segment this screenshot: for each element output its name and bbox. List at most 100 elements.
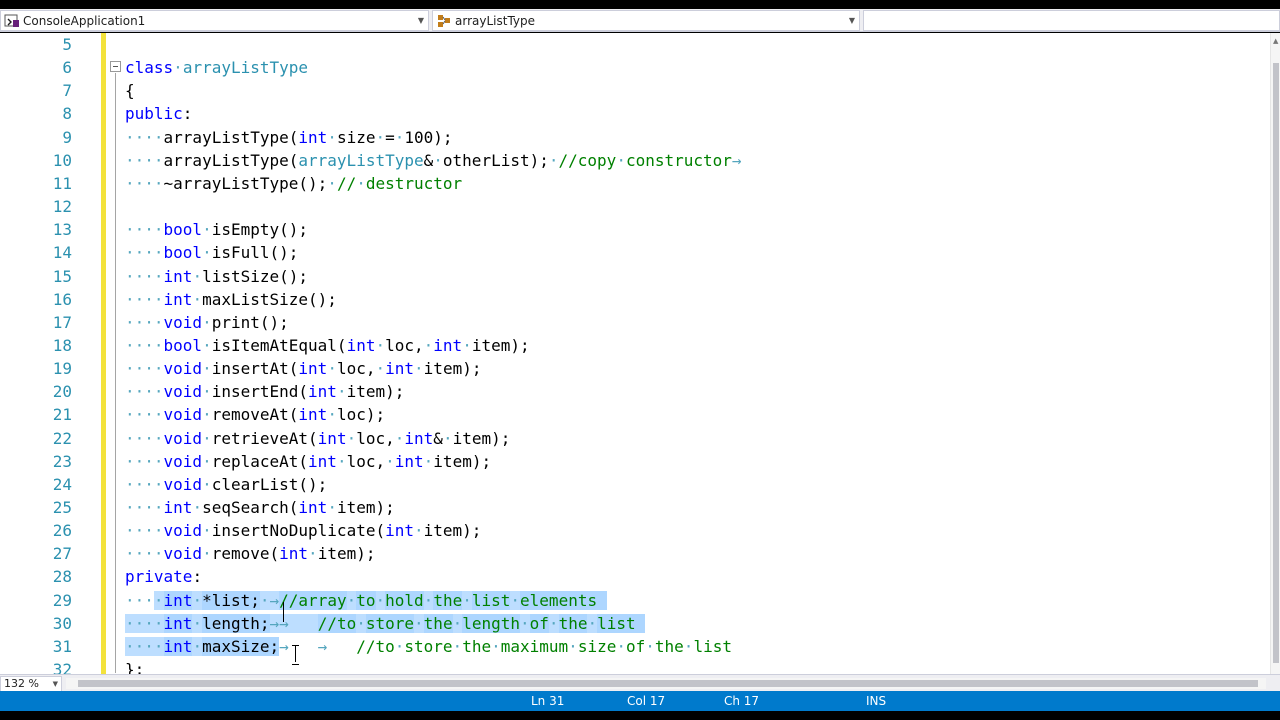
code-line[interactable]: 8 public: [0,102,1270,125]
code-token: ···· [125,150,164,170]
code-token: of [529,613,549,633]
code-token: void [163,359,203,379]
code-token: maxSize; [202,636,280,656]
code-token: int [308,451,337,471]
code-token [635,613,646,633]
code-line[interactable]: 14 ····bool·isFull(); [0,241,1270,264]
code-line[interactable]: 17 ····void·print(); [0,311,1270,334]
code-line[interactable]: 32}; [0,658,1270,674]
code-text: ····bool·isItemAtEqual(int·loc,·int·item… [125,334,530,357]
code-token: bool [163,335,203,355]
code-line[interactable]: 20 ····void·insertEnd(int·item); [0,380,1270,403]
code-token: · [192,636,203,656]
code-token: int [163,613,193,633]
code-text: ····bool·isFull(); [125,241,298,264]
line-number: 23 [52,451,72,471]
code-token: ···· [125,428,164,448]
code-token: · [491,636,501,656]
code-token: & [433,428,443,448]
code-token: · [375,127,386,147]
code-token: · [202,220,212,240]
code-line[interactable]: 18 ····bool·isItemAtEqual(int·loc,·int·it… [0,334,1270,357]
code-token: item); [423,521,482,541]
code-line[interactable]: 13 ····bool·isEmpty(); [0,218,1270,241]
code-token: · [683,636,694,656]
code-token: = [385,127,395,147]
code-line[interactable]: 12 [0,195,1270,218]
code-line[interactable]: 27 ····void·remove(int·item); [0,542,1270,565]
vertical-scrollbar[interactable]: ▲ [1270,33,1280,674]
code-token: int [394,451,424,471]
code-text: ····arrayListType(arrayListType&·otherLi… [125,149,742,172]
text-caret [283,602,284,622]
code-line[interactable]: 23 ····void·replaceAt(int·loc,·int·item); [0,450,1270,473]
code-line[interactable]: 26 ····void·insertNoDuplicate(int·item); [0,519,1270,542]
code-token: public [125,104,183,124]
code-token: · [452,613,463,633]
project-icon [4,14,19,27]
code-token: arrayListType( [163,127,299,147]
code-line[interactable]: 11 ····~arrayListType();·//·destructor [0,172,1270,195]
code-line[interactable]: 21 ····void·removeAt(int·loc); [0,403,1270,426]
code-token: · [202,359,212,379]
code-line[interactable]: 29 ····int·*list;·→//array·to·hold·the·li… [0,589,1270,612]
code-token: remove( [211,544,280,564]
code-token: list [471,590,511,610]
scope-name: arrayListType [455,13,536,28]
code-token: the [654,636,684,656]
chevron-down-icon: ▼ [52,680,58,688]
code-line[interactable]: 24 ····void·clearList(); [0,473,1270,496]
code-token: · [375,335,386,355]
code-token: · [616,150,626,170]
code-line[interactable]: 30 ····int·length;→→ //to·store·the·lengt… [0,612,1270,635]
code-token: maxListSize(); [202,289,337,309]
code-line[interactable]: 19 ····void·insertAt(int·loc,·int·item); [0,357,1270,380]
code-token: · [192,590,203,610]
code-line[interactable]: 7{ [0,79,1270,102]
code-line[interactable]: 9 ····arrayListType(int·size·=·100); [0,126,1270,149]
code-token: void [163,405,203,425]
code-token: item); [336,498,395,517]
code-token: //to [356,636,395,656]
scope-dropdown[interactable]: arrayListType ▼ [432,10,860,31]
code-token: void [163,544,203,564]
vertical-scroll-thumb[interactable] [1273,63,1279,663]
code-token: int [298,498,328,517]
code-token: · [202,382,212,402]
chevron-down-icon: ▼ [848,16,856,25]
code-token: · [462,335,472,355]
code-token: · [202,474,212,494]
code-line[interactable]: 22 ····void·retrieveAt(int·loc,·int&·item… [0,427,1270,450]
line-number: 28 [52,567,72,587]
line-number: 7 [62,81,72,101]
code-token: length; [202,613,270,633]
code-line[interactable]: 6 class·arrayListType [0,56,1270,79]
code-line[interactable]: 31 ····int·maxSize;→ → //to·store·the·max… [0,635,1270,658]
code-line[interactable]: 25 ····int·seqSearch(int·item); [0,496,1270,519]
horizontal-scrollbar[interactable] [66,678,1266,689]
code-token: list [597,613,636,633]
code-token: size [336,127,376,147]
code-token: · [202,312,212,332]
code-editor[interactable]: 5 6 class·arrayListType 7{8 public: 9 ····arra… [0,33,1270,674]
code-token: void [163,451,203,471]
project-dropdown[interactable]: ConsoleApplication1 ▼ [0,10,429,31]
code-token: · [346,428,357,448]
horizontal-scroll-thumb[interactable] [78,680,1258,687]
code-line[interactable]: 16 ····int·maxListSize(); [0,288,1270,311]
code-line[interactable]: 10 ····arrayListType(arrayListType&·other… [0,149,1270,172]
code-token: the [433,590,463,610]
member-dropdown[interactable] [863,10,1280,31]
zoom-dropdown[interactable]: 132 % ▼ [0,676,62,692]
code-token: · [394,127,405,147]
line-number: 14 [52,243,72,263]
code-text: class·arrayListType [125,56,308,79]
scroll-up-icon[interactable]: ▲ [1273,37,1278,45]
code-token: ···· [125,173,164,193]
code-token: the [558,613,588,633]
code-line[interactable]: 5 [0,33,1270,56]
code-token: · [414,359,424,379]
code-line[interactable]: 28 private: [0,565,1270,588]
code-line[interactable]: 15 ····int·listSize(); [0,265,1270,288]
code-token: store [365,613,415,633]
